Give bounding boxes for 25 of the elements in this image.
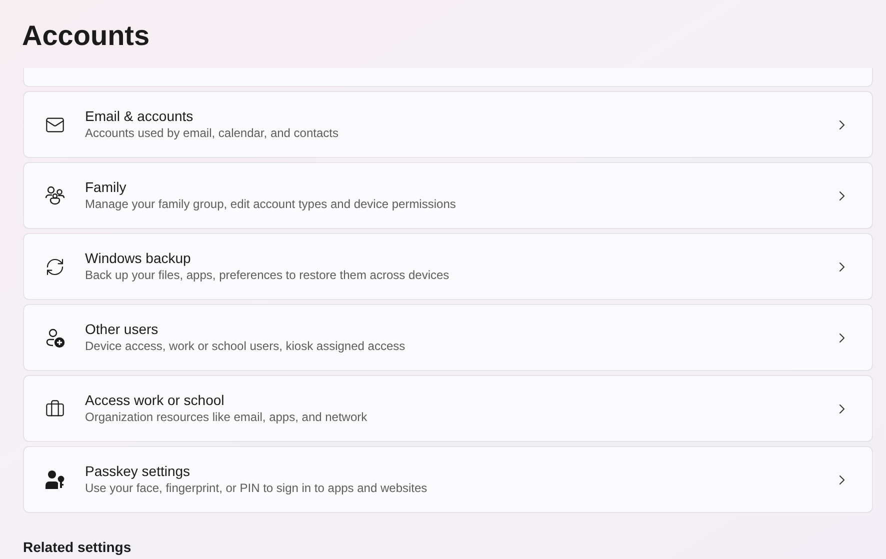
setting-description: Organization resources like email, apps, and network bbox=[85, 409, 368, 426]
setting-title: Access work or school bbox=[85, 391, 226, 409]
settings-card[interactable]: Windows backup Back up your files, apps, preferences to restore them across devices bbox=[23, 233, 873, 300]
settings-card[interactable]: Other users Device access, work or school users, kiosk assigned access bbox=[23, 304, 873, 371]
setting-title: Family bbox=[85, 178, 128, 196]
user-key-icon bbox=[44, 468, 66, 490]
setting-title: Passkey settings bbox=[85, 462, 192, 480]
settings-card[interactable]: Access work or school Organization resources like email, apps, and network bbox=[23, 375, 873, 442]
setting-description: Manage your family group, edit account types and device permissions bbox=[85, 196, 457, 213]
setting-description: Device access, work or school users, kiosk assigned access bbox=[85, 338, 406, 355]
briefcase-icon bbox=[45, 398, 65, 418]
section-heading: Related settings bbox=[23, 539, 132, 555]
setting-title: Other users bbox=[85, 320, 160, 338]
setting-title: Windows backup bbox=[85, 249, 192, 267]
settings-card[interactable]: Email & accounts Accounts used by email, calendar, and contacts bbox=[23, 91, 873, 158]
user-add-icon bbox=[44, 326, 66, 348]
page-title: Accounts bbox=[22, 19, 150, 53]
setting-description: Back up your files, apps, preferences to restore them across devices bbox=[85, 267, 450, 284]
sync-icon bbox=[45, 256, 65, 276]
family-icon bbox=[44, 184, 66, 206]
setting-description: Accounts used by email, calendar, and contacts bbox=[85, 125, 340, 142]
setting-title: Email & accounts bbox=[85, 107, 194, 125]
setting-description: Use your face, fingerprint, or PIN to sign in to apps and websites bbox=[85, 480, 428, 497]
settings-card[interactable]: Passkey settings Use your face, fingerprint, or PIN to sign in to apps and websites bbox=[23, 446, 873, 513]
settings-card[interactable]: Family Manage your family group, edit account types and device permissions bbox=[23, 162, 873, 229]
